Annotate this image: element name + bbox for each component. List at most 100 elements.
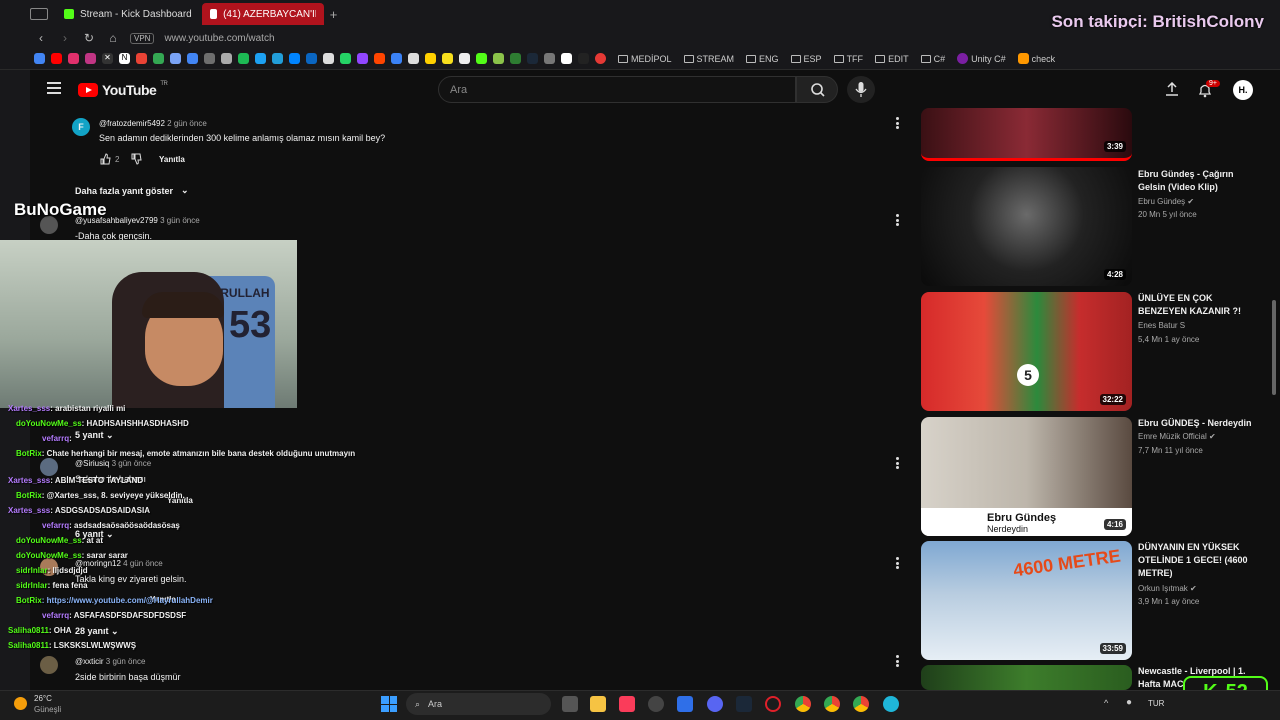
comment-author[interactable]: @Siriusiq 3 gün önce xyxy=(75,459,151,468)
bookmark-link[interactable]: Unity C# xyxy=(957,53,1006,64)
new-tab-icon[interactable]: + xyxy=(330,7,338,22)
discord-icon[interactable] xyxy=(707,696,723,712)
netflix-icon[interactable]: N xyxy=(119,53,130,64)
bookmark-link[interactable]: TFF xyxy=(833,54,863,64)
comment-avatar[interactable] xyxy=(40,656,58,674)
tray-chevron-up-icon[interactable]: ^ xyxy=(1104,698,1108,708)
video-title[interactable]: Ebru Gündeş - Çağırın Gelsin (Video Klip… xyxy=(1138,168,1263,194)
reddit-icon[interactable] xyxy=(374,53,385,64)
weather-sun-icon[interactable] xyxy=(14,697,27,710)
chatgpt-icon[interactable] xyxy=(204,53,215,64)
comment-more-icon[interactable] xyxy=(895,214,899,226)
telegram-icon[interactable] xyxy=(272,53,283,64)
app-icon[interactable] xyxy=(677,696,693,712)
home-icon[interactable]: ⌂ xyxy=(106,31,120,45)
app-icon[interactable] xyxy=(595,53,606,64)
app-icon[interactable] xyxy=(425,53,436,64)
app-icon[interactable] xyxy=(561,53,572,64)
page-scrollbar[interactable] xyxy=(1272,300,1276,395)
app-icon[interactable] xyxy=(510,53,521,64)
video-thumbnail[interactable]: 5 32:22 xyxy=(921,292,1132,411)
bookmark-link[interactable]: check xyxy=(1017,53,1055,64)
video-thumbnail[interactable]: 3:39 xyxy=(921,108,1132,161)
upload-icon[interactable] xyxy=(1165,82,1179,96)
video-title[interactable]: DÜNYANIN EN YÜKSEK OTELİNDE 1 GECE! (460… xyxy=(1138,541,1263,580)
linkedin-icon[interactable] xyxy=(306,53,317,64)
dislike-icon[interactable] xyxy=(130,153,142,165)
video-channel[interactable]: Ebru Gündeş ✔ xyxy=(1138,197,1194,206)
bookmark-folder[interactable]: ESP xyxy=(790,54,822,64)
video-thumbnail[interactable]: 4:28 xyxy=(921,167,1132,286)
google-icon[interactable] xyxy=(34,53,45,64)
tab-kick-dashboard[interactable]: Stream - Kick Dashboard xyxy=(56,3,200,25)
video-channel[interactable]: Emre Müzik Official ✔ xyxy=(1138,432,1216,441)
gmail-icon[interactable] xyxy=(136,53,147,64)
app-icon[interactable] xyxy=(493,53,504,64)
comment-author[interactable]: @moringn12 4 gün önce xyxy=(75,559,163,568)
comment-author[interactable]: @fratozdemir5492 2 gün önce xyxy=(99,119,207,128)
bookmark-folder[interactable]: C# xyxy=(920,54,945,64)
instagram-icon[interactable] xyxy=(68,53,79,64)
tab-youtube[interactable]: (41) AZERBAYCAN'IN EN G xyxy=(201,3,324,25)
twitch-icon[interactable] xyxy=(357,53,368,64)
gemini-icon[interactable] xyxy=(170,53,181,64)
cloud-icon[interactable] xyxy=(289,53,300,64)
bookmark-folder[interactable]: STREAM xyxy=(683,54,734,64)
maps-icon[interactable] xyxy=(187,53,198,64)
back-icon[interactable]: ‹ xyxy=(34,31,48,45)
reload-icon[interactable]: ↻ xyxy=(82,31,96,45)
kick-icon[interactable] xyxy=(476,53,487,64)
video-channel[interactable]: Orkun Işıtmak ✔ xyxy=(1138,584,1197,593)
steam-icon[interactable] xyxy=(527,53,538,64)
comment-more-icon[interactable] xyxy=(895,655,899,667)
voice-search-button[interactable] xyxy=(847,76,875,103)
video-title[interactable]: Ebru GÜNDEŞ - Nerdeydin xyxy=(1138,417,1263,430)
microphone-icon[interactable]: ● xyxy=(1126,697,1132,708)
app-icon[interactable] xyxy=(544,53,555,64)
forward-icon[interactable]: › xyxy=(58,31,72,45)
windows-start-icon[interactable] xyxy=(381,696,397,712)
app-icon[interactable] xyxy=(391,53,402,64)
app-icon[interactable] xyxy=(408,53,419,64)
tab-manager-icon[interactable] xyxy=(30,8,48,20)
opera-icon[interactable] xyxy=(765,696,781,712)
comment-avatar[interactable]: F xyxy=(72,118,90,136)
app-icon[interactable] xyxy=(578,53,589,64)
like-icon[interactable] xyxy=(99,153,111,165)
youtube-logo[interactable]: YouTube TR xyxy=(78,81,168,98)
task-view-icon[interactable] xyxy=(562,696,578,712)
app-icon[interactable] xyxy=(442,53,453,64)
weather-temp[interactable]: 26°C xyxy=(34,694,52,703)
replies-toggle[interactable]: 28 yanıt ⌄ xyxy=(75,626,119,637)
video-title[interactable]: ÜNLÜYE EN ÇOK BENZEYEN KAZANIR ?! xyxy=(1138,292,1263,318)
document-icon[interactable] xyxy=(459,53,470,64)
app-icon[interactable] xyxy=(648,696,664,712)
whatsapp-icon[interactable] xyxy=(340,53,351,64)
bookmark-icon[interactable] xyxy=(221,53,232,64)
keyboard-language[interactable]: TUR xyxy=(1148,699,1164,708)
url-field[interactable]: www.youtube.com/watch xyxy=(164,33,274,44)
messenger-icon[interactable] xyxy=(255,53,266,64)
video-channel[interactable]: Enes Batur S xyxy=(1138,321,1185,330)
replies-toggle[interactable]: 5 yanıt ⌄ xyxy=(75,430,114,441)
vpn-badge[interactable]: VPN xyxy=(130,32,155,44)
steam-icon[interactable] xyxy=(736,696,752,712)
edge-icon[interactable] xyxy=(883,696,899,712)
video-thumbnail[interactable]: Ebru Gündeş Nerdeydin 4:16 xyxy=(921,417,1132,536)
show-more-replies-button[interactable]: Daha fazla yanıt göster ⌄ xyxy=(75,185,189,196)
hamburger-menu-icon[interactable] xyxy=(47,82,61,94)
bookmark-folder[interactable]: ENG xyxy=(746,54,779,64)
comment-more-icon[interactable] xyxy=(895,457,899,469)
bookmark-folder[interactable]: MEDİPOL xyxy=(618,54,672,64)
comment-author[interactable]: @xxticir 3 gün önce xyxy=(75,657,145,666)
chrome-icon[interactable] xyxy=(824,696,840,712)
spotify-icon[interactable] xyxy=(238,53,249,64)
music-app-icon[interactable] xyxy=(619,696,635,712)
comment-more-icon[interactable] xyxy=(895,557,899,569)
x-twitter-icon[interactable]: ✕ xyxy=(102,53,113,64)
search-button[interactable] xyxy=(796,76,838,103)
youtube-icon[interactable] xyxy=(51,53,62,64)
chrome-icon[interactable] xyxy=(853,696,869,712)
comment-more-icon[interactable] xyxy=(895,117,899,129)
video-thumbnail[interactable]: 4600 METRE 33:59 xyxy=(921,541,1132,660)
